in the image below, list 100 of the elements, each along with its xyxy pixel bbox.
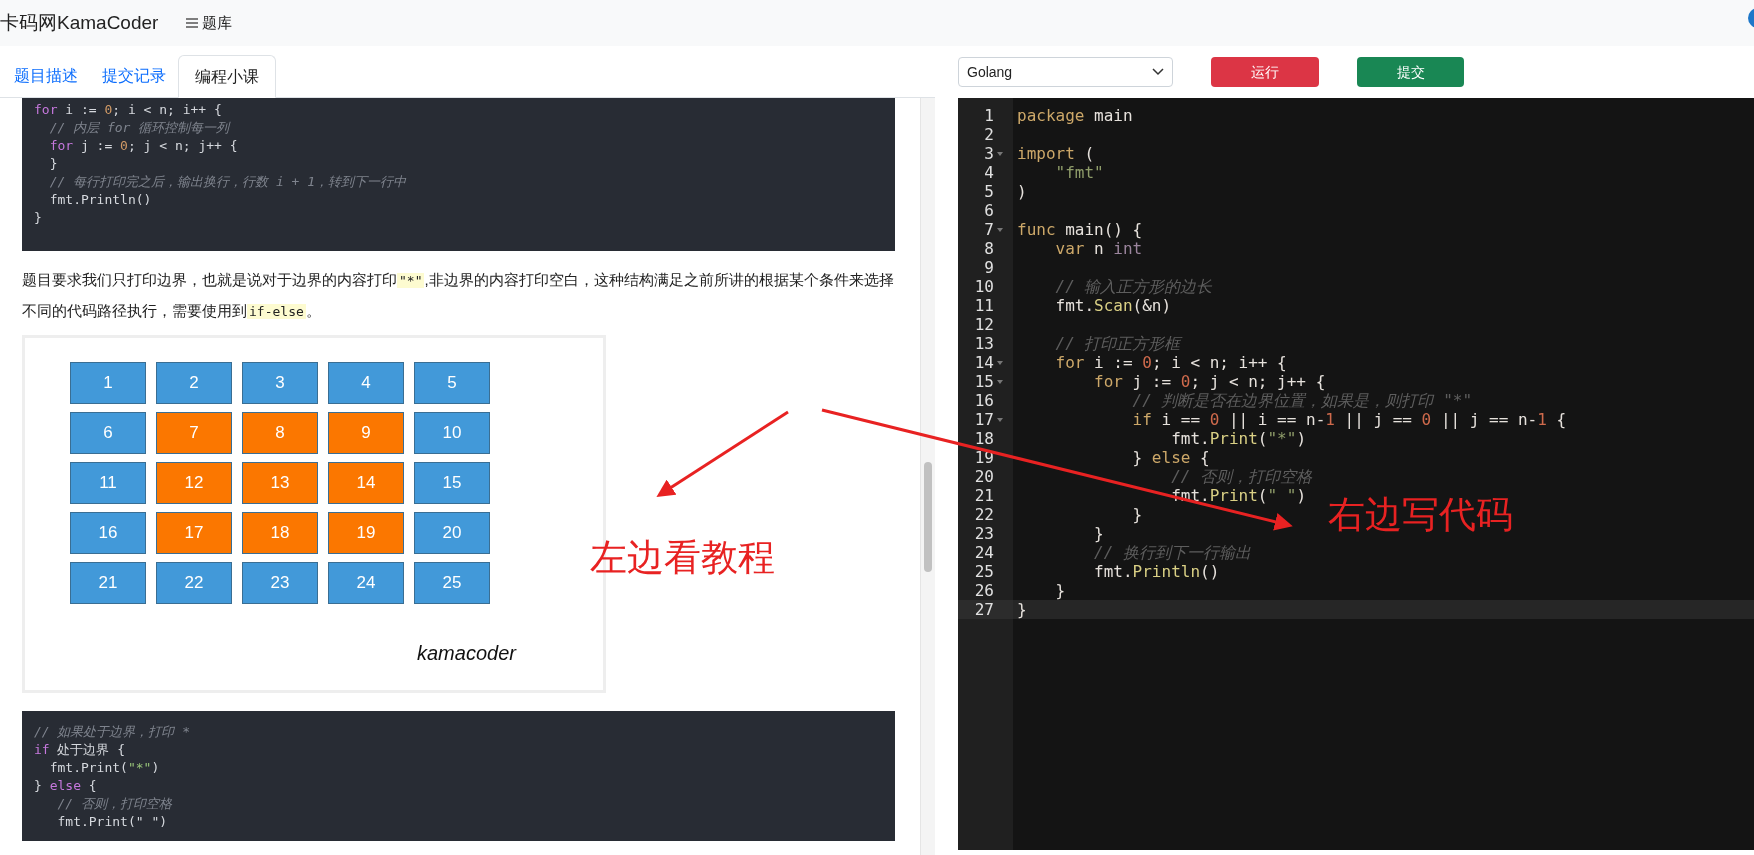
number-tile: 25	[414, 562, 490, 604]
code-line: if i == 0 || i == n-1 || j == 0 || j == n-1 {	[1131, 410, 1567, 429]
line-number: 27	[973, 600, 994, 619]
number-tile: 23	[242, 562, 318, 604]
code-line: for i := 0; i < n; i++ {	[1054, 353, 1287, 372]
fold-icon[interactable]	[997, 152, 1003, 156]
code-line: fmt.Print("*")	[1170, 429, 1306, 448]
number-tile: 22	[156, 562, 232, 604]
line-number: 8	[983, 239, 994, 258]
submit-button[interactable]: 提交	[1357, 57, 1464, 87]
annotation-label: 左边看教程	[590, 536, 775, 580]
chevron-down-icon	[1152, 68, 1164, 76]
number-tile: 3	[242, 362, 318, 404]
annotation-label: 右边写代码	[1328, 493, 1513, 537]
line-number: 22	[973, 505, 994, 524]
code-line: // 否则，打印空格	[56, 795, 173, 813]
line-number: 11	[973, 296, 994, 315]
fold-icon[interactable]	[997, 228, 1003, 232]
number-tile: 8	[242, 412, 318, 454]
fold-icon[interactable]	[997, 418, 1003, 422]
number-tile: 18	[242, 512, 318, 554]
number-tile: 7	[156, 412, 232, 454]
tab[interactable]: 编程小课	[178, 55, 276, 98]
tab[interactable]: 题目描述	[2, 54, 90, 97]
problem-bank-menu[interactable]: 题库	[186, 11, 233, 35]
code-line: }	[1016, 600, 1027, 619]
line-number: 15	[973, 372, 994, 391]
code-line: // 如果处于边界，打印 *	[34, 723, 192, 741]
number-tile: 12	[156, 462, 232, 504]
language-select[interactable]: Golang	[958, 57, 1173, 87]
line-number: 10	[973, 277, 994, 296]
code-line: )	[1016, 182, 1027, 201]
number-tile: 24	[328, 562, 404, 604]
number-tile: 16	[70, 512, 146, 554]
line-number: 1	[983, 106, 994, 125]
line-number: 12	[973, 315, 994, 334]
code-line: }	[34, 209, 43, 227]
line-number: 25	[973, 562, 994, 581]
code-line: "fmt"	[1054, 163, 1104, 182]
number-tile: 4	[328, 362, 404, 404]
paragraph: 题目要求我们只打印边界，也就是说对于边界的内容打印"*",非边界的内容打印空白，这种结构满足之前所讲的根据某个条件来选择不同的代码路径执行，需要使用到 if-else。	[22, 270, 895, 321]
code-line: for j := 0; j < n; j++ {	[48, 137, 239, 155]
code-line: // 打印正方形框	[1054, 334, 1181, 353]
number-tile: 17	[156, 512, 232, 554]
fold-icon[interactable]	[997, 380, 1003, 384]
line-number: 18	[973, 429, 994, 448]
code-line: }	[1131, 505, 1143, 524]
code-line: }	[1054, 581, 1066, 600]
menu-icon	[186, 18, 199, 28]
line-number: 2	[983, 125, 994, 144]
code-line: fmt.Print(" ")	[56, 813, 169, 831]
run-button[interactable]: 运行	[1211, 57, 1319, 87]
code-line: } else {	[34, 777, 98, 795]
line-number: 16	[973, 391, 994, 410]
number-tile: 10	[414, 412, 490, 454]
line-number: 6	[983, 201, 994, 220]
number-tile: 14	[328, 462, 404, 504]
number-tile: 21	[70, 562, 146, 604]
number-tile: 13	[242, 462, 318, 504]
number-tile: 20	[414, 512, 490, 554]
line-number: 23	[973, 524, 994, 543]
number-tile: 1	[70, 362, 146, 404]
line-number: 20	[973, 467, 994, 486]
code-line: fmt.Println()	[1093, 562, 1220, 581]
number-tile: 6	[70, 412, 146, 454]
line-number: 17	[973, 410, 994, 429]
code-line: package main	[1016, 106, 1133, 125]
line-number: 21	[973, 486, 994, 505]
brand-logo[interactable]: 卡码网KamaCoder	[0, 8, 159, 38]
code-line: // 判断是否在边界位置，如果是，则打印 "*"	[1131, 391, 1473, 410]
line-number: 5	[983, 182, 994, 201]
code-line: for j := 0; j < n; j++ {	[1093, 372, 1326, 391]
number-tile: 9	[328, 412, 404, 454]
code-line: fmt.Scan(&n)	[1054, 296, 1172, 315]
line-number: 24	[973, 543, 994, 562]
code-line: func main() {	[1016, 220, 1143, 239]
tab[interactable]: 提交记录	[90, 54, 178, 97]
scrollbar[interactable]	[920, 98, 935, 855]
number-tile: 5	[414, 362, 490, 404]
line-number: 14	[973, 353, 994, 372]
number-tile: 19	[328, 512, 404, 554]
line-number: 9	[983, 258, 994, 277]
line-number: 26	[973, 581, 994, 600]
number-tile: 15	[414, 462, 490, 504]
code-line: // 否则，打印空格	[1170, 467, 1313, 486]
number-tile: 11	[70, 462, 146, 504]
code-line: }	[48, 155, 59, 173]
code-line: fmt.Println()	[48, 191, 153, 209]
code-line: // 输入正方形的边长	[1054, 277, 1213, 296]
code-line: }	[1093, 524, 1104, 543]
code-line: var n int	[1054, 239, 1143, 258]
fold-icon[interactable]	[997, 361, 1003, 365]
line-number: 13	[973, 334, 994, 353]
code-line: } else {	[1131, 448, 1210, 467]
number-tile: 2	[156, 362, 232, 404]
code-line: import (	[1016, 144, 1095, 163]
code-editor[interactable]	[958, 98, 1754, 850]
line-number: 3	[983, 144, 994, 163]
caption: kamacoder	[417, 641, 516, 666]
code-line: if 处于边界 {	[34, 741, 127, 759]
